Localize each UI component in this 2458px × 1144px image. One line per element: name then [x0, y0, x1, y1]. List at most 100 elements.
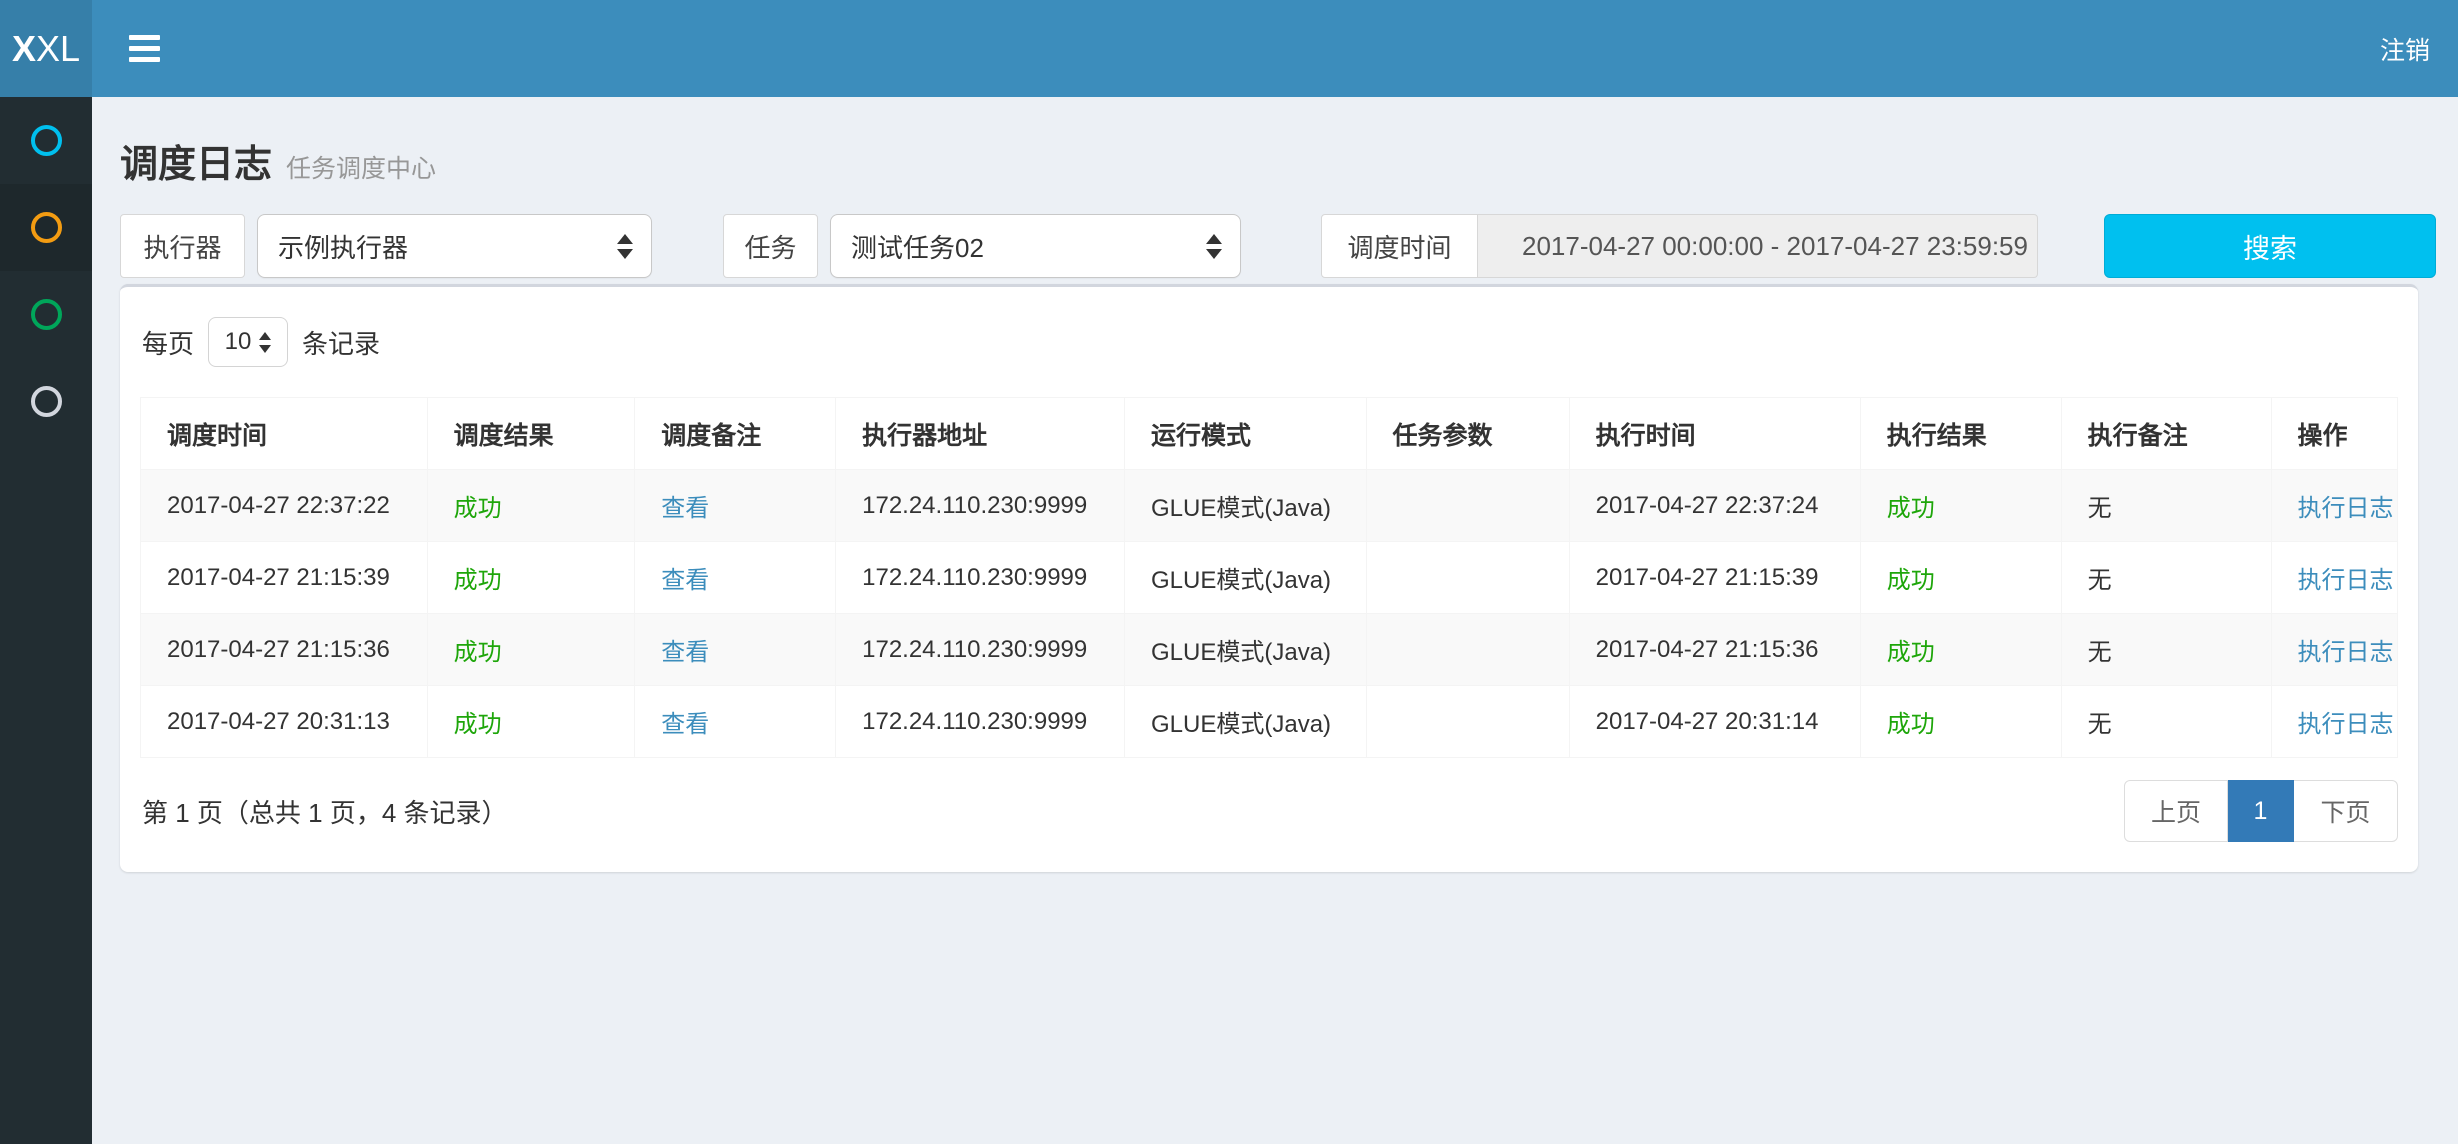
top-navbar: XXL 注销: [0, 0, 2458, 97]
filter-bar: 执行器 示例执行器 任务 测试任务02 调度时间 搜索: [120, 214, 2436, 278]
cell-handle-msg: 无: [2061, 470, 2271, 542]
cell-handle-result: 成功: [1860, 614, 2061, 686]
app-logo-rest: XL: [36, 28, 80, 70]
app-root: XXL 注销 调度日志 任务调度中心: [0, 0, 2458, 1144]
executor-select[interactable]: 示例执行器: [257, 214, 652, 278]
circle-outline-icon: [31, 299, 62, 330]
sidebar-item-2[interactable]: [0, 184, 92, 271]
cell-handle-result: 成功: [1860, 686, 2061, 758]
cell-trigger-result: 成功: [427, 542, 635, 614]
page-size-suffix: 条记录: [302, 324, 380, 361]
content-header: 调度日志 任务调度中心: [120, 97, 2436, 214]
sidebar-item-3[interactable]: [0, 271, 92, 358]
sidebar-toggle-icon[interactable]: [119, 25, 170, 72]
view-trigger-msg-link[interactable]: 查看: [661, 639, 709, 666]
executor-label: 执行器: [120, 214, 245, 278]
pagination-summary: 第 1 页（总共 1 页，4 条记录）: [140, 793, 508, 830]
table-row: 2017-04-27 21:15:39 成功 查看 172.24.110.230…: [141, 542, 2398, 614]
sidebar-item-4[interactable]: [0, 358, 92, 445]
cell-handle-time: 2017-04-27 20:31:14: [1569, 686, 1860, 758]
cell-handle-time: 2017-04-27 22:37:24: [1569, 470, 1860, 542]
cell-executor-address: 172.24.110.230:9999: [836, 686, 1125, 758]
cell-trigger-time: 2017-04-27 22:37:22: [141, 470, 428, 542]
cell-trigger-time: 2017-04-27 21:15:36: [141, 614, 428, 686]
page-1-button[interactable]: 1: [2228, 780, 2294, 842]
job-label: 任务: [723, 214, 818, 278]
trigger-time-range-input[interactable]: [1478, 214, 2038, 278]
cell-executor-address: 172.24.110.230:9999: [836, 542, 1125, 614]
col-handle-msg: 执行备注: [2061, 398, 2271, 470]
col-trigger-result: 调度结果: [427, 398, 635, 470]
cell-job-param: [1366, 542, 1569, 614]
page-size-select[interactable]: 10: [208, 317, 288, 367]
page-size-value: 10: [225, 328, 252, 356]
hamburger-bar: [129, 46, 160, 51]
sidebar: [0, 97, 92, 1144]
prev-page-button[interactable]: 上页: [2124, 780, 2228, 842]
log-table: 调度时间 调度结果 调度备注 执行器地址 运行模式 任务参数 执行时间 执行结果…: [140, 397, 2398, 758]
cell-trigger-time: 2017-04-27 21:15:39: [141, 542, 428, 614]
cell-glue-type: GLUE模式(Java): [1125, 686, 1366, 758]
cell-handle-msg: 无: [2061, 686, 2271, 758]
page-subtitle: 任务调度中心: [286, 149, 436, 185]
page-size-prefix: 每页: [142, 324, 194, 361]
cell-glue-type: GLUE模式(Java): [1125, 542, 1366, 614]
hamburger-bar: [129, 35, 160, 40]
search-button[interactable]: 搜索: [2104, 214, 2436, 278]
select-arrows-icon: [617, 234, 633, 259]
circle-outline-icon: [31, 386, 62, 417]
cell-handle-msg: 无: [2061, 614, 2271, 686]
cell-handle-msg: 无: [2061, 542, 2271, 614]
job-select[interactable]: 测试任务02: [830, 214, 1241, 278]
col-executor-address: 执行器地址: [836, 398, 1125, 470]
table-row: 2017-04-27 21:15:36 成功 查看 172.24.110.230…: [141, 614, 2398, 686]
view-trigger-msg-link[interactable]: 查看: [661, 711, 709, 738]
cell-glue-type: GLUE模式(Java): [1125, 470, 1366, 542]
circle-outline-icon: [31, 212, 62, 243]
col-job-param: 任务参数: [1366, 398, 1569, 470]
page-title-text: 调度日志: [120, 133, 272, 188]
col-trigger-time: 调度时间: [141, 398, 428, 470]
pagination-row: 第 1 页（总共 1 页，4 条记录） 上页 1 下页: [140, 780, 2398, 842]
cell-trigger-result: 成功: [427, 470, 635, 542]
cell-handle-result: 成功: [1860, 542, 2061, 614]
table-row: 2017-04-27 20:31:13 成功 查看 172.24.110.230…: [141, 686, 2398, 758]
main-content: 调度日志 任务调度中心 执行器 示例执行器 任务 测试任务02 调度时间 搜索 …: [92, 97, 2458, 1144]
logout-link[interactable]: 注销: [2380, 31, 2430, 67]
exec-log-link[interactable]: 执行日志: [2298, 567, 2394, 594]
col-handle-time: 执行时间: [1569, 398, 1860, 470]
select-arrows-icon: [1206, 234, 1222, 259]
view-trigger-msg-link[interactable]: 查看: [661, 495, 709, 522]
col-glue-type: 运行模式: [1125, 398, 1366, 470]
cell-trigger-result: 成功: [427, 614, 635, 686]
table-header-row: 调度时间 调度结果 调度备注 执行器地址 运行模式 任务参数 执行时间 执行结果…: [141, 398, 2398, 470]
col-trigger-msg: 调度备注: [635, 398, 836, 470]
cell-handle-time: 2017-04-27 21:15:39: [1569, 542, 1860, 614]
col-action: 操作: [2271, 398, 2397, 470]
cell-job-param: [1366, 470, 1569, 542]
exec-log-link[interactable]: 执行日志: [2298, 639, 2394, 666]
executor-select-value: 示例执行器: [278, 228, 605, 265]
app-logo[interactable]: XXL: [0, 0, 92, 97]
sidebar-item-1[interactable]: [0, 97, 92, 184]
cell-job-param: [1366, 686, 1569, 758]
view-trigger-msg-link[interactable]: 查看: [661, 567, 709, 594]
table-row: 2017-04-27 22:37:22 成功 查看 172.24.110.230…: [141, 470, 2398, 542]
cell-handle-time: 2017-04-27 21:15:36: [1569, 614, 1860, 686]
exec-log-link[interactable]: 执行日志: [2298, 495, 2394, 522]
page-size-row: 每页 10 条记录: [140, 309, 2398, 373]
cell-glue-type: GLUE模式(Java): [1125, 614, 1366, 686]
cell-handle-result: 成功: [1860, 470, 2061, 542]
select-arrows-icon: [259, 332, 271, 353]
log-panel: 每页 10 条记录 调度时间 调度结果: [120, 284, 2418, 872]
cell-trigger-time: 2017-04-27 20:31:13: [141, 686, 428, 758]
next-page-button[interactable]: 下页: [2294, 780, 2398, 842]
pagination-group: 上页 1 下页: [2124, 780, 2398, 842]
cell-executor-address: 172.24.110.230:9999: [836, 614, 1125, 686]
navbar-main: 注销: [92, 0, 2458, 97]
cell-executor-address: 172.24.110.230:9999: [836, 470, 1125, 542]
page-title: 调度日志 任务调度中心: [120, 133, 2436, 188]
hamburger-bar: [129, 57, 160, 62]
app-logo-bold: X: [12, 28, 36, 70]
exec-log-link[interactable]: 执行日志: [2298, 711, 2394, 738]
